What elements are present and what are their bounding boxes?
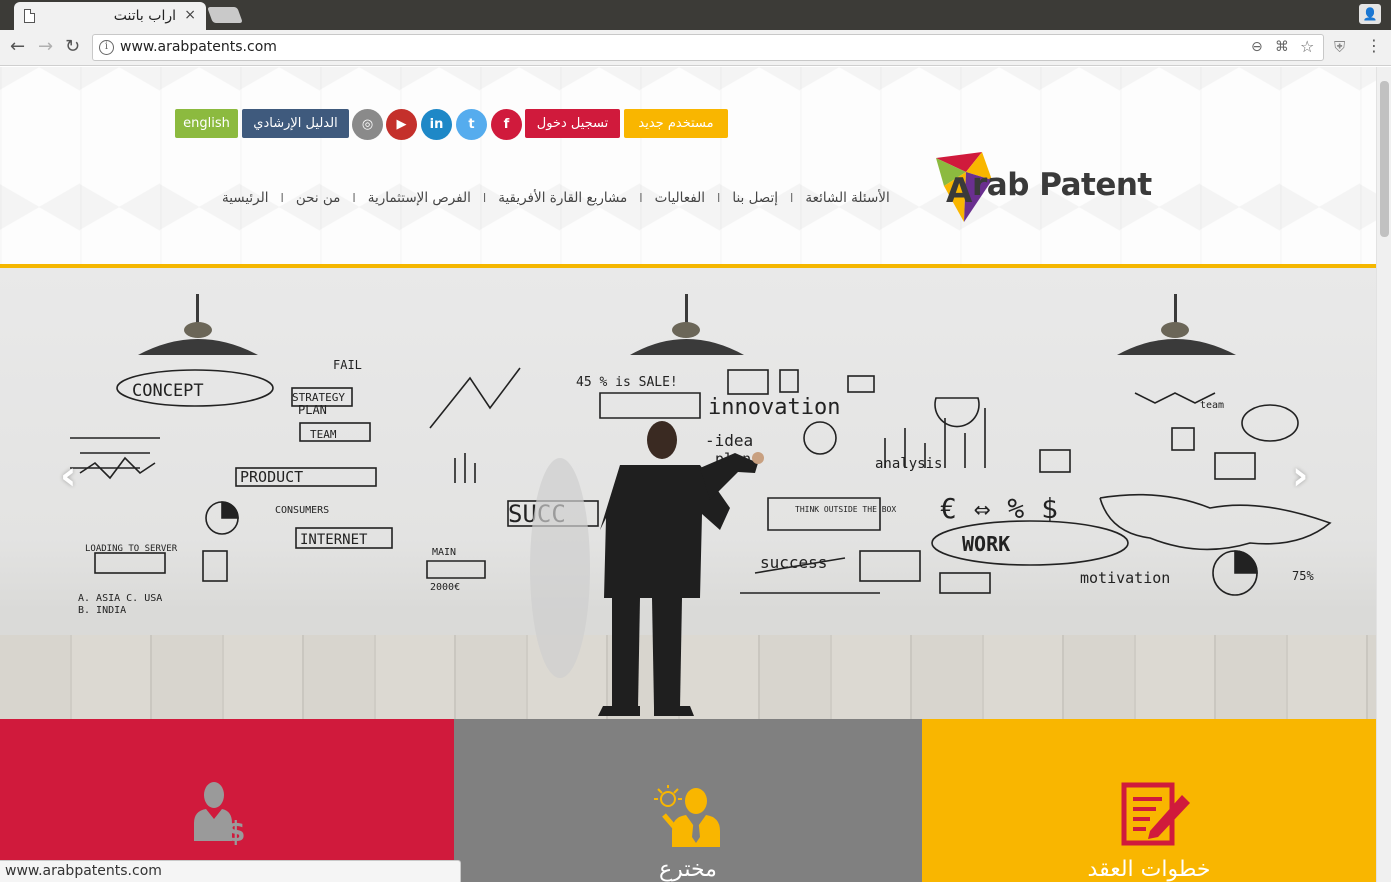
wall-word: 45 % is SALE! bbox=[576, 375, 678, 390]
forward-icon[interactable]: → bbox=[38, 36, 53, 57]
site-header: english الدليل الإرشادي ◎ ▶ in t f تسجيل… bbox=[0, 67, 1376, 264]
main-navigation: الرئيسية ا من نحن ا الفرص الإستثمارية ا … bbox=[222, 187, 910, 209]
wall-word: FAIL bbox=[333, 358, 362, 372]
back-icon[interactable]: ← bbox=[10, 36, 25, 57]
browser-toolbar: ← → ↻ i www.arabpatents.com ⊖ ⌘ ☆ ⛨ ⋮ bbox=[0, 30, 1391, 66]
hero-slider: CONCEPT STRATEGY FAIL PLAN TEAM 45 % is … bbox=[0, 268, 1376, 719]
nav-separator: ا bbox=[482, 191, 487, 205]
wall-word: INTERNET bbox=[300, 532, 368, 548]
bookmark-star-icon[interactable]: ☆ bbox=[1300, 37, 1314, 56]
wall-word: CONSUMERS bbox=[275, 505, 329, 516]
slider-next-arrow[interactable]: › bbox=[1292, 453, 1308, 499]
translate-icon[interactable]: ⌘ bbox=[1275, 39, 1289, 55]
businessman-figure bbox=[598, 421, 764, 716]
instagram-icon[interactable]: ◎ bbox=[352, 109, 383, 140]
wall-word: 2000€ bbox=[430, 582, 460, 593]
logo-text: rab Patent bbox=[972, 167, 1152, 203]
wall-word: CONCEPT bbox=[132, 381, 204, 401]
wall-word: WORK bbox=[962, 532, 1010, 556]
nav-contact[interactable]: إتصل بنا bbox=[732, 190, 778, 206]
zoom-icon[interactable]: ⊖ bbox=[1251, 39, 1263, 55]
tab-close-icon[interactable]: × bbox=[184, 7, 196, 23]
profile-icon[interactable]: 👤 bbox=[1359, 4, 1381, 24]
wall-word: LOADING TO SERVER bbox=[85, 544, 178, 554]
nav-events[interactable]: الفعاليات bbox=[655, 190, 705, 206]
wall-word: innovation bbox=[708, 395, 840, 420]
ceiling-lamp bbox=[138, 294, 258, 355]
nav-separator: ا bbox=[352, 191, 356, 205]
twitter-icon[interactable]: t bbox=[456, 109, 487, 140]
browser-tab[interactable]: اراب باتنت × bbox=[14, 2, 206, 30]
wall-word: MAIN bbox=[432, 547, 456, 558]
guide-button[interactable]: الدليل الإرشادي bbox=[242, 109, 349, 138]
nav-separator: ا bbox=[716, 191, 721, 205]
page-scrollbar[interactable] bbox=[1376, 67, 1391, 882]
scrollbar-thumb[interactable] bbox=[1380, 81, 1389, 237]
new-tab-button[interactable] bbox=[207, 7, 243, 23]
ceiling-lamp bbox=[630, 294, 744, 355]
slider-prev-arrow[interactable]: ‹ bbox=[60, 453, 76, 499]
tile-contract-steps[interactable]: خطوات العقد bbox=[922, 719, 1376, 882]
linkedin-icon[interactable]: in bbox=[421, 109, 452, 140]
nav-faq[interactable]: الأسئلة الشائعة bbox=[805, 190, 889, 206]
page-icon bbox=[24, 9, 35, 23]
ceiling-lamp bbox=[1117, 294, 1236, 355]
nav-separator: ا bbox=[280, 191, 284, 205]
nav-africa-projects[interactable]: مشاريع القارة الأفريقية bbox=[498, 190, 627, 206]
contract-pen-icon bbox=[1121, 782, 1190, 846]
site-info-icon[interactable]: i bbox=[99, 40, 114, 55]
tile-label: مخترع bbox=[659, 857, 717, 882]
link-status-bubble: www.arabpatents.com bbox=[0, 860, 461, 882]
arab-patent-logo[interactable]: A rab Patent bbox=[934, 152, 1190, 224]
address-bar[interactable]: i www.arabpatents.com ⊖ ⌘ ☆ bbox=[92, 34, 1324, 61]
nav-investment[interactable]: الفرص الإستثمارية bbox=[368, 190, 471, 206]
url-text: www.arabpatents.com bbox=[120, 39, 277, 55]
wall-word: A. ASIA C. USA bbox=[78, 593, 162, 604]
wall-word: analysis bbox=[875, 456, 942, 472]
wall-word: 75% bbox=[1292, 569, 1314, 583]
investor-dollar-icon: $ bbox=[194, 782, 245, 845]
nav-about[interactable]: من نحن bbox=[296, 190, 341, 206]
login-button[interactable]: تسجيل دخول bbox=[525, 109, 620, 138]
svg-text:A: A bbox=[946, 171, 973, 211]
tile-inventor[interactable]: مخترع bbox=[454, 719, 922, 882]
wall-word: B. INDIA bbox=[78, 605, 126, 616]
wall-word: team bbox=[1200, 400, 1224, 411]
wall-word: PLAN bbox=[298, 403, 327, 417]
nav-separator: ا bbox=[790, 191, 794, 205]
facebook-icon[interactable]: f bbox=[491, 109, 522, 140]
hero-image: CONCEPT STRATEGY FAIL PLAN TEAM 45 % is … bbox=[70, 294, 1332, 716]
tab-title: اراب باتنت bbox=[113, 8, 176, 24]
wall-word: success bbox=[760, 553, 827, 572]
new-user-button[interactable]: مستخدم جديد bbox=[624, 109, 728, 138]
tile-label: خطوات العقد bbox=[1087, 857, 1211, 882]
page-viewport: english الدليل الإرشادي ◎ ▶ in t f تسجيل… bbox=[0, 67, 1376, 882]
wall-word: motivation bbox=[1080, 569, 1170, 587]
wall-word: TEAM bbox=[310, 428, 337, 441]
english-button[interactable]: english bbox=[175, 109, 238, 138]
extension-icon[interactable]: ⛨ bbox=[1334, 38, 1345, 56]
nav-separator: ا bbox=[639, 191, 643, 205]
wall-word: -idea bbox=[705, 431, 753, 450]
svg-text:$: $ bbox=[226, 815, 245, 845]
inventor-idea-icon bbox=[654, 785, 720, 847]
youtube-icon[interactable]: ▶ bbox=[386, 109, 417, 140]
reload-icon[interactable]: ↻ bbox=[65, 36, 80, 57]
nav-home[interactable]: الرئيسية bbox=[222, 190, 269, 206]
browser-menu-icon[interactable]: ⋮ bbox=[1366, 36, 1382, 55]
wall-word: € ⇔ % $ bbox=[940, 492, 1058, 525]
wall-word: PRODUCT bbox=[240, 468, 303, 486]
tile-investor[interactable]: $ bbox=[0, 719, 454, 882]
browser-tabstrip: اراب باتنت × 👤 bbox=[0, 0, 1391, 30]
wall-word: THINK OUTSIDE THE BOX bbox=[795, 505, 896, 514]
